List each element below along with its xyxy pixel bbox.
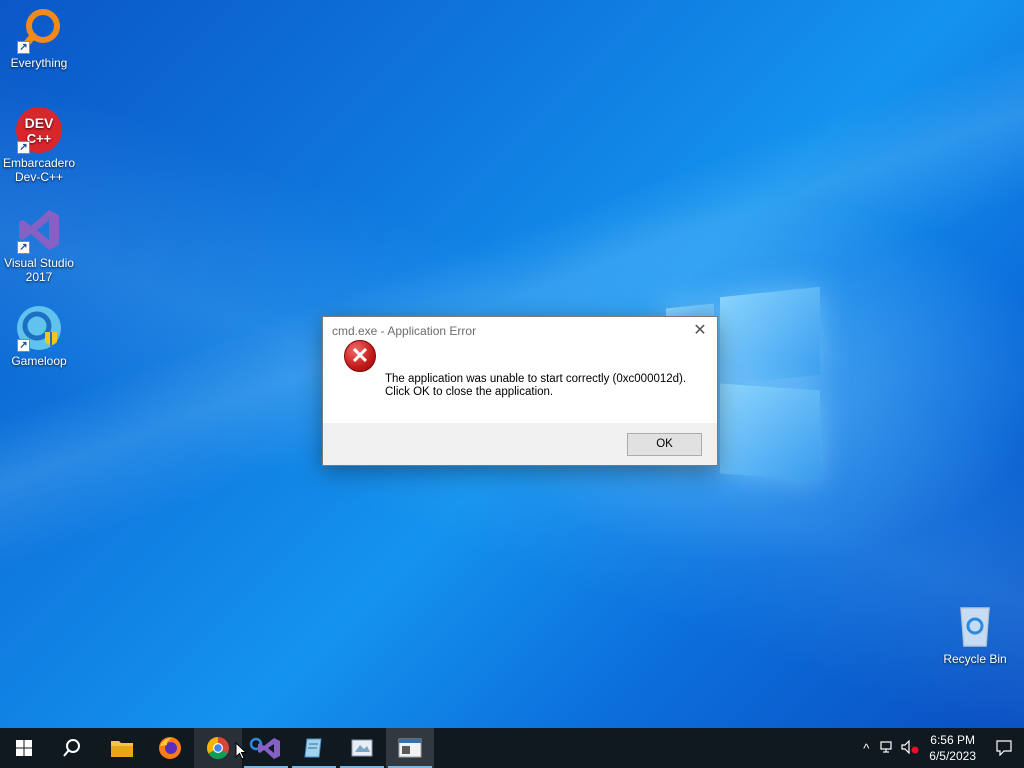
volume-muted-icon[interactable] [899, 739, 921, 757]
windows-logo-pane-top-right [720, 286, 820, 386]
desktop-icon-visual-studio[interactable]: ↗ Visual Studio 2017 [0, 206, 78, 284]
everything-icon: ↗ [15, 6, 63, 54]
system-tray: ^ 6:56 PM 6/5/2023 [855, 728, 1024, 768]
svg-text:C++: C++ [27, 131, 52, 146]
desktop-icon-gameloop[interactable]: ↗ Gameloop [0, 304, 78, 368]
error-icon: ✕ [344, 340, 376, 372]
clock-time: 6:56 PM [930, 733, 975, 747]
start-button[interactable] [0, 728, 48, 768]
visual-studio-icon: ↗ [15, 206, 63, 254]
close-icon[interactable]: ✕ [689, 321, 711, 343]
svg-text:DEV: DEV [25, 115, 54, 131]
desktop-icon-label: Embarcadero Dev-C++ [2, 156, 76, 184]
desktop-icon-label: Recycle Bin [943, 652, 1007, 666]
shortcut-arrow-icon: ↗ [17, 241, 30, 254]
application-error-dialog: cmd.exe - Application Error ✕ ✕ The appl… [322, 316, 718, 466]
search-icon [63, 739, 80, 757]
notification-icon [996, 740, 1012, 756]
clock-date: 6/5/2023 [929, 749, 976, 763]
taskbar-notepad-app[interactable] [290, 728, 338, 768]
action-center-button[interactable] [984, 728, 1024, 768]
search-button[interactable] [48, 728, 96, 768]
tray-chevron-icon[interactable]: ^ [855, 741, 877, 756]
dialog-title: cmd.exe - Application Error [332, 324, 477, 338]
paint-icon [351, 739, 373, 757]
taskbar: ^ 6:56 PM 6/5/2023 [0, 728, 1024, 768]
desktop-icon-label: Everything [10, 56, 68, 70]
dialog-message-line-2: Click OK to close the application. [385, 386, 554, 398]
desktop-icon-dev-cpp[interactable]: DEV C++ ↗ Embarcadero Dev-C++ [0, 106, 78, 184]
folder-icon [111, 741, 133, 757]
firefox-icon [159, 737, 181, 759]
mouse-cursor-icon [235, 742, 247, 760]
dialog-message-line-1: The application was unable to start corr… [385, 373, 687, 385]
taskbar-error-window[interactable] [386, 728, 434, 768]
network-icon[interactable] [877, 740, 899, 757]
dev-cpp-icon: DEV C++ ↗ [15, 106, 63, 154]
windows-logo-pane-bottom-right [720, 383, 820, 481]
chrome-icon [207, 737, 229, 759]
visual-studio-icon [249, 737, 280, 759]
dialog-footer: OK [323, 423, 717, 465]
windows-logo-icon [16, 740, 32, 756]
taskbar-clock[interactable]: 6:56 PM 6/5/2023 [921, 732, 984, 764]
notepad-icon [304, 738, 322, 758]
taskbar-file-explorer[interactable] [98, 728, 146, 768]
recycle-bin-icon [951, 602, 999, 650]
desktop-icon-recycle-bin[interactable]: Recycle Bin [936, 602, 1014, 666]
shortcut-arrow-icon: ↗ [17, 339, 30, 352]
desktop-icon-everything[interactable]: ↗ Everything [0, 6, 78, 70]
shortcut-arrow-icon: ↗ [17, 141, 30, 154]
taskbar-paint-app[interactable] [338, 728, 386, 768]
desktop-icon-label: Visual Studio 2017 [4, 256, 74, 284]
taskbar-visual-studio[interactable] [242, 728, 290, 768]
gameloop-icon: ↗ [15, 304, 63, 352]
window-icon [398, 738, 422, 758]
desktop-icon-label: Gameloop [11, 354, 67, 368]
dialog-message: The application was unable to start corr… [385, 373, 686, 399]
taskbar-firefox[interactable] [146, 728, 194, 768]
shortcut-arrow-icon: ↗ [17, 41, 30, 54]
ok-button[interactable]: OK [627, 433, 702, 456]
